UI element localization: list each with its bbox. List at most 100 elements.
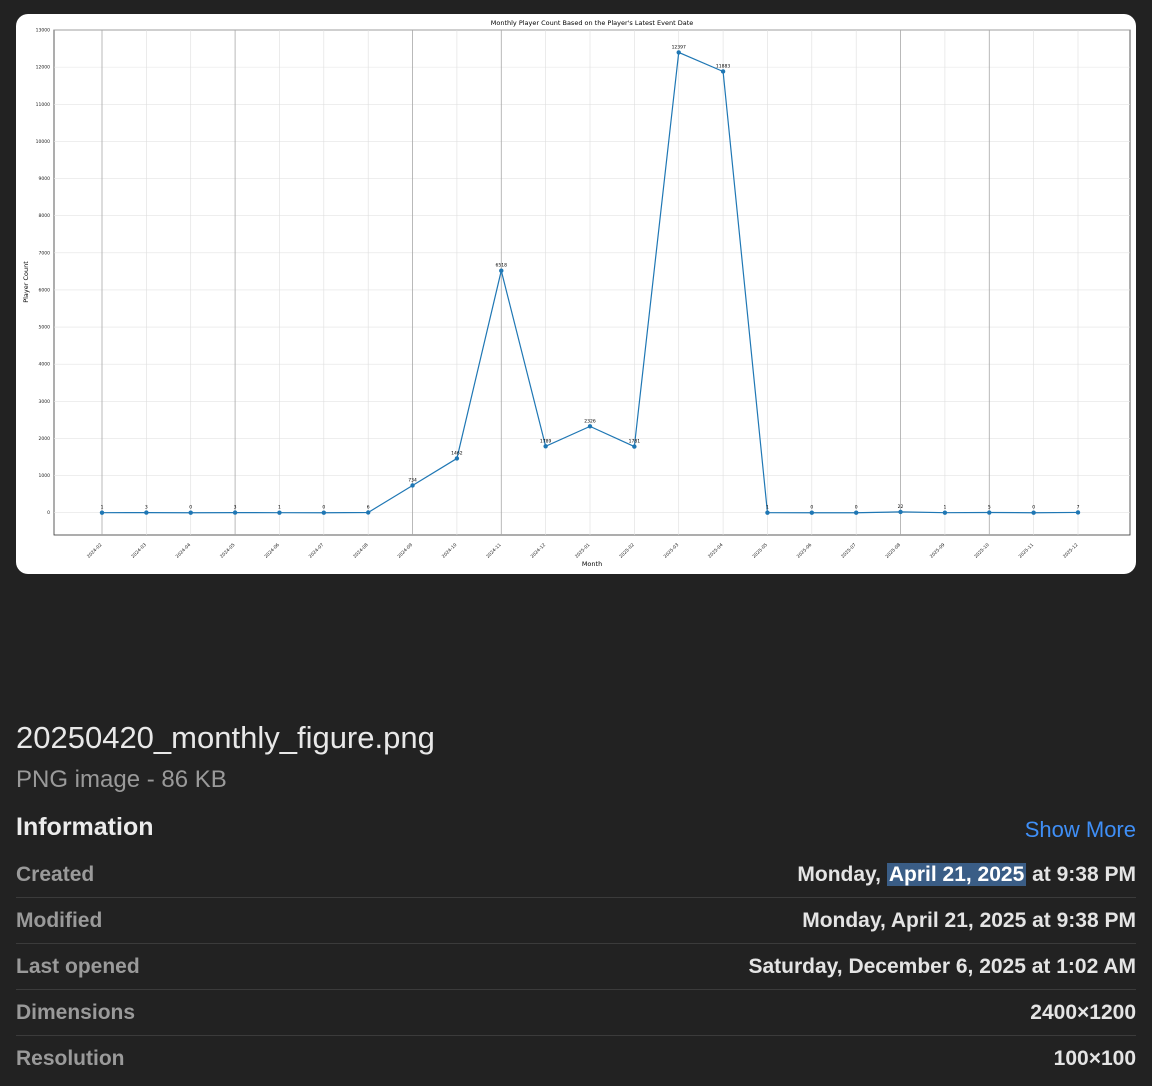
created-label: Created: [16, 862, 95, 886]
x-tick-label: 2025-07: [840, 542, 858, 560]
data-label: 6518: [496, 263, 508, 269]
data-label: 7: [1077, 504, 1080, 510]
x-tick-label: 2024-12: [530, 542, 548, 560]
y-tick-label: 6000: [39, 287, 51, 293]
data-label: 0: [810, 505, 813, 511]
info-row-created: Created Monday, April 21, 2025 at 9:38 P…: [16, 852, 1136, 898]
resolution-label: Resolution: [16, 1046, 125, 1070]
data-point: [632, 444, 637, 449]
file-kind-size: PNG image - 86 KB: [16, 766, 227, 793]
data-label: 1: [766, 505, 769, 511]
image-preview: 0 1000 2000 3000 4000 5000 6000 7000 8000 9000 100…: [16, 14, 1136, 574]
data-label: 1: [278, 505, 281, 511]
x-tick-label: 2025-08: [884, 542, 902, 560]
x-tick-label: 2024-02: [86, 542, 104, 560]
y-axis-label: Player Count: [22, 261, 30, 303]
information-heading: Information: [16, 813, 154, 841]
x-tick-label: 2025-12: [1062, 542, 1080, 560]
created-value-suffix: at 9:38 PM: [1026, 862, 1136, 886]
modified-label: Modified: [16, 908, 103, 932]
created-value[interactable]: Monday, April 21, 2025 at 9:38 PM: [797, 862, 1136, 887]
x-tick-label: 2025-09: [929, 542, 947, 560]
dimensions-value[interactable]: 2400×1200: [1030, 1001, 1136, 1025]
data-point: [277, 510, 282, 515]
data-point: [410, 483, 415, 488]
x-tick-label: 2025-04: [707, 542, 725, 560]
data-point: [1031, 510, 1036, 515]
data-point: [499, 268, 504, 273]
last-opened-value[interactable]: Saturday, December 6, 2025 at 1:02 AM: [748, 955, 1136, 979]
y-tick-label: 4000: [39, 362, 51, 368]
data-point: [543, 444, 548, 449]
data-label: 734: [408, 477, 417, 483]
show-more-button[interactable]: Show More: [1025, 817, 1136, 843]
x-tick-label: 2024-05: [219, 542, 237, 560]
x-tick-label: 2025-11: [1018, 542, 1036, 560]
data-point: [99, 510, 105, 515]
info-row-modified: Modified Monday, April 21, 2025 at 9:38 …: [16, 898, 1136, 944]
y-tick-label: 12000: [36, 65, 50, 71]
y-tick-label: 5000: [39, 325, 51, 331]
data-label: 12397: [672, 44, 686, 50]
data-label: 3: [145, 505, 148, 511]
x-tick-label: 2025-01: [574, 542, 592, 560]
data-label: 2326: [584, 418, 596, 424]
last-opened-label: Last opened: [16, 954, 140, 978]
data-point: [321, 510, 327, 515]
y-tick-label: 10000: [36, 139, 50, 145]
file-name: 20250420_monthly_figure.png: [16, 720, 435, 755]
plot-area: [53, 29, 1131, 536]
data-point: [942, 510, 948, 515]
data-point: [232, 510, 238, 515]
data-label: 22: [898, 504, 904, 510]
modified-value[interactable]: Monday, April 21, 2025 at 9:38 PM: [802, 909, 1136, 933]
data-label: 3: [234, 505, 237, 511]
x-tick-label: 2024-10: [441, 542, 459, 560]
data-label: 6: [367, 504, 370, 510]
dimensions-label: Dimensions: [16, 1000, 136, 1024]
data-label: 1781: [629, 439, 641, 445]
y-tick-label: 1000: [39, 473, 51, 479]
data-label: 0: [855, 505, 858, 511]
data-point: [188, 510, 193, 515]
y-tick-label: 13000: [36, 28, 50, 34]
x-tick-label: 2025-06: [796, 542, 814, 560]
data-point: [987, 510, 992, 515]
chart-title: Monthly Player Count Based on the Player…: [491, 19, 694, 27]
y-tick-label: 2000: [39, 436, 51, 442]
data-point: [1075, 510, 1081, 515]
data-point: [765, 510, 770, 515]
x-tick-label: 2024-04: [175, 542, 193, 560]
created-value-selection[interactable]: April 21, 2025: [886, 862, 1027, 886]
x-tick-label: 2025-03: [663, 542, 681, 560]
data-label: 0: [322, 505, 325, 511]
data-point: [144, 510, 149, 515]
info-row-resolution: Resolution 100×100: [16, 1036, 1136, 1081]
x-tick-label: 2025-05: [751, 542, 769, 560]
x-tick-label: 2024-06: [263, 542, 281, 560]
data-label: 1: [943, 505, 946, 511]
y-tick-label: 8000: [39, 213, 51, 219]
created-value-prefix: Monday,: [797, 862, 887, 886]
data-point: [720, 69, 726, 74]
y-tick-label: 7000: [39, 250, 51, 256]
data-label: 1: [101, 505, 104, 511]
x-tick-label: 2024-09: [396, 542, 414, 560]
y-tick-label: 0: [47, 510, 50, 516]
data-label: 1789: [540, 438, 552, 444]
resolution-value[interactable]: 100×100: [1054, 1047, 1136, 1071]
data-label: 0: [1032, 505, 1035, 511]
y-tick-label: 3000: [39, 399, 51, 405]
x-tick-label: 2024-03: [130, 542, 148, 560]
data-point: [676, 50, 681, 55]
data-label: 11883: [716, 63, 730, 69]
data-point: [454, 456, 460, 461]
info-row-last-opened: Last opened Saturday, December 6, 2025 a…: [16, 944, 1136, 990]
data-point: [898, 509, 903, 515]
data-label: 5: [988, 505, 991, 511]
x-tick-label: 2025-10: [973, 542, 991, 560]
y-tick-label: 11000: [36, 102, 50, 108]
data-label: 1462: [451, 450, 463, 456]
x-tick-label: 2024-08: [352, 542, 370, 560]
data-label: 0: [189, 505, 192, 511]
